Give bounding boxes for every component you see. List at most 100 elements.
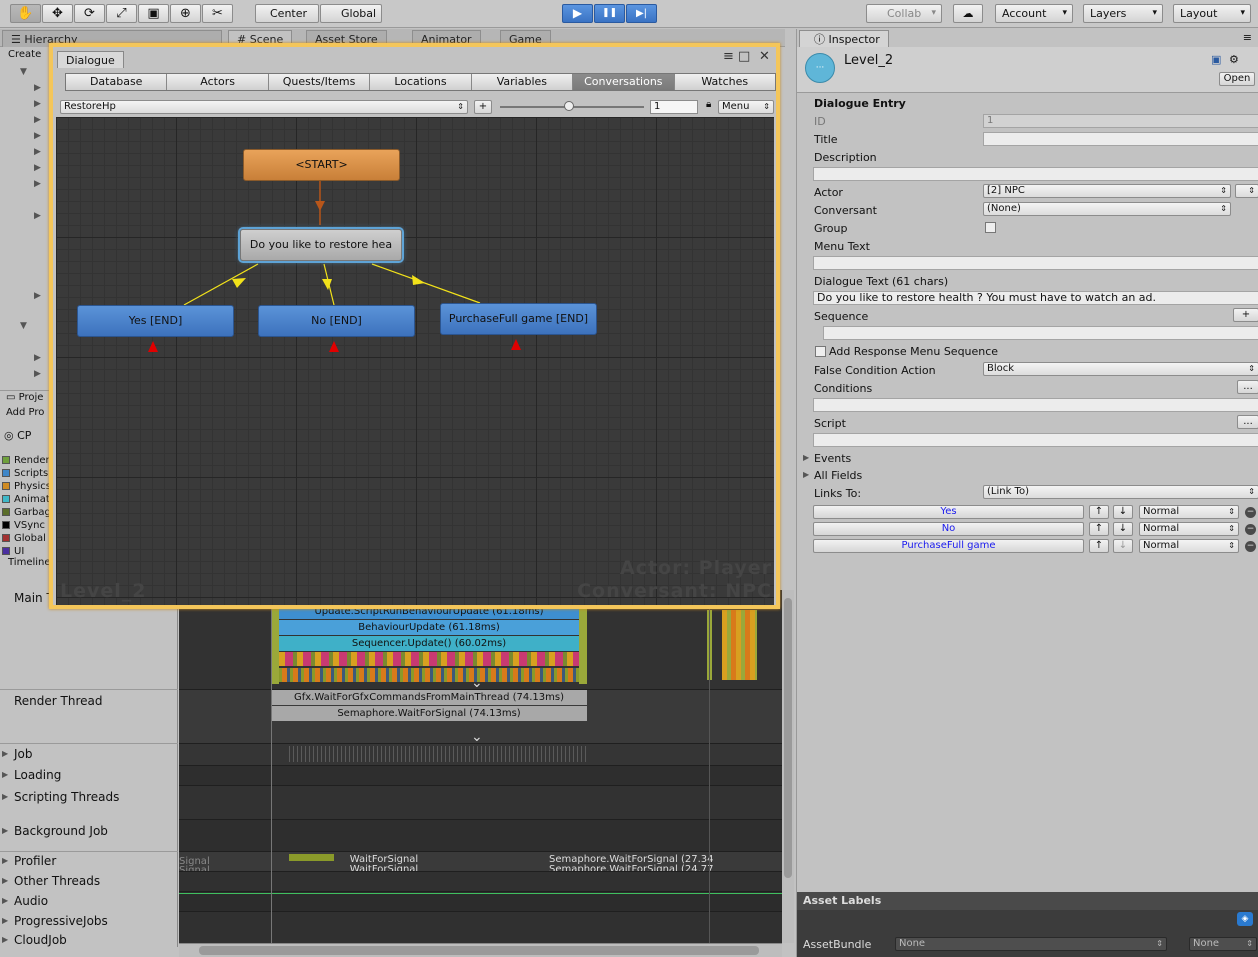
- collab-dropdown[interactable]: Collab: [866, 4, 942, 23]
- link-purchase-down-button[interactable]: ↓: [1113, 539, 1133, 553]
- link-purchase-remove-icon[interactable]: −: [1245, 541, 1256, 552]
- description-field[interactable]: [813, 167, 1258, 181]
- tab-watches[interactable]: Watches: [674, 74, 775, 90]
- help-icon[interactable]: ▣: [1211, 53, 1221, 66]
- scene-root-triangle[interactable]: ▼: [20, 67, 27, 77]
- scale-icon[interactable]: ⤢: [106, 4, 137, 23]
- conversant-select[interactable]: (None): [983, 202, 1231, 216]
- tab-conversations[interactable]: Conversations: [573, 74, 675, 90]
- transform-icon[interactable]: ⊕: [170, 4, 201, 23]
- open-button[interactable]: Open: [1219, 72, 1255, 86]
- thread-audio[interactable]: Audio: [2, 894, 48, 908]
- hierarchy-expand-4[interactable]: ▶: [34, 131, 41, 141]
- move-icon[interactable]: ✥: [42, 4, 73, 23]
- cpu-legend-item[interactable]: Global Illumination: [2, 533, 50, 545]
- node-no[interactable]: No [END]: [258, 305, 415, 337]
- inspector-tab[interactable]: ⓘ Inspector: [799, 30, 889, 47]
- hand-icon[interactable]: ✋: [10, 4, 41, 23]
- hierarchy-expand-10[interactable]: ▶: [34, 353, 41, 363]
- hierarchy-expand-1[interactable]: ▶: [34, 83, 41, 93]
- maximize-icon[interactable]: □: [738, 49, 750, 64]
- asset-bundle-select[interactable]: None: [895, 937, 1167, 951]
- node-purchase[interactable]: PurchaseFull game [END]: [440, 303, 597, 335]
- hierarchy-expand-9[interactable]: ▶: [34, 291, 41, 301]
- pivot-global-button[interactable]: Global: [320, 4, 382, 23]
- project-tab[interactable]: ▭ Proje: [6, 392, 43, 403]
- layout-dropdown[interactable]: Layout: [1173, 4, 1251, 23]
- hierarchy-create-button[interactable]: Create: [8, 49, 41, 60]
- bar-behaviour-update[interactable]: BehaviourUpdate (61.18ms): [271, 620, 587, 635]
- cpu-legend-item[interactable]: Render: [2, 455, 50, 467]
- menu-dropdown[interactable]: Menu: [718, 100, 774, 114]
- node-npc-line[interactable]: Do you like to restore hea: [240, 229, 402, 261]
- link-no-priority[interactable]: Normal: [1139, 522, 1239, 536]
- conversation-select[interactable]: RestoreHp: [60, 100, 468, 114]
- tag-icon[interactable]: ◈: [1237, 912, 1253, 926]
- cloud-icon[interactable]: ☁: [953, 4, 983, 23]
- profiler-horizontal-scrollbar[interactable]: [179, 943, 782, 957]
- conversation-canvas[interactable]: <START> Do you like to restore hea Yes […: [56, 117, 774, 605]
- false-condition-select[interactable]: Block: [983, 362, 1258, 376]
- menu-text-field[interactable]: [813, 256, 1258, 270]
- layers-dropdown[interactable]: Layers: [1083, 4, 1163, 23]
- account-dropdown[interactable]: Account: [995, 4, 1073, 23]
- hierarchy-expand-3[interactable]: ▶: [34, 115, 41, 125]
- zoom-slider-knob[interactable]: [564, 101, 574, 111]
- node-start[interactable]: <START>: [243, 149, 400, 181]
- link-yes-remove-icon[interactable]: −: [1245, 507, 1256, 518]
- cpu-legend-item[interactable]: VSync: [2, 520, 50, 532]
- cpu-usage-module[interactable]: ◎ CP: [4, 429, 31, 442]
- cpu-legend-item[interactable]: Animation: [2, 494, 50, 506]
- link-no-up-button[interactable]: ↑: [1089, 522, 1109, 536]
- tab-locations[interactable]: Locations: [370, 74, 472, 90]
- window-menu-icon[interactable]: ≡: [723, 49, 734, 64]
- link-yes-button[interactable]: Yes: [813, 505, 1084, 519]
- rotate-icon[interactable]: ⟳: [74, 4, 105, 23]
- inspector-menu-icon[interactable]: ≡: [1243, 31, 1252, 44]
- zoom-slider[interactable]: [500, 101, 644, 111]
- profiler-vertical-scrollbar[interactable]: [782, 590, 794, 943]
- zoom-value-field[interactable]: 1: [650, 100, 698, 114]
- script-ellipsis-button[interactable]: ...: [1237, 415, 1258, 429]
- sequence-field[interactable]: [823, 326, 1258, 340]
- conditions-field[interactable]: [813, 398, 1258, 412]
- pivot-center-button[interactable]: Center: [255, 4, 319, 23]
- timeline-dropdown[interactable]: Timeline: [8, 557, 51, 568]
- link-no-remove-icon[interactable]: −: [1245, 524, 1256, 535]
- link-purchase-up-button[interactable]: ↑: [1089, 539, 1109, 553]
- link-purchase-priority[interactable]: Normal: [1139, 539, 1239, 553]
- link-yes-up-button[interactable]: ↑: [1089, 505, 1109, 519]
- all-fields-foldout[interactable]: ▶ All Fields: [803, 469, 862, 482]
- dialogue-window-tab[interactable]: Dialogue: [57, 51, 124, 68]
- profiler-vscroll-thumb[interactable]: [784, 598, 792, 878]
- bar-sequencer-update[interactable]: Sequencer.Update() (60.02ms): [271, 636, 587, 651]
- cpu-legend-item[interactable]: Physics: [2, 481, 50, 493]
- hierarchy-expand-5[interactable]: ▶: [34, 147, 41, 157]
- hierarchy-expand-7[interactable]: ▶: [34, 179, 41, 189]
- actor-extra-select[interactable]: [1235, 184, 1258, 198]
- dialogue-text-field[interactable]: Do you like to restore health ? You must…: [813, 291, 1258, 305]
- step-button[interactable]: ▶|: [626, 4, 657, 23]
- events-foldout[interactable]: ▶ Events: [803, 452, 851, 465]
- tab-database[interactable]: Database: [66, 74, 168, 90]
- close-icon[interactable]: ✕: [759, 49, 770, 64]
- thread-progressive-jobs[interactable]: ProgressiveJobs: [2, 914, 108, 928]
- script-field[interactable]: [813, 433, 1258, 447]
- thread-job[interactable]: Job: [2, 747, 32, 761]
- lock-icon[interactable]: 🔒︎: [706, 99, 711, 110]
- scene2-root-triangle[interactable]: ▼: [20, 321, 27, 331]
- profiler-hscroll-thumb[interactable]: [199, 946, 759, 955]
- add-profiler-button[interactable]: Add Pro: [6, 407, 44, 418]
- tab-actors[interactable]: Actors: [167, 74, 269, 90]
- links-to-select[interactable]: (Link To): [983, 485, 1258, 499]
- thread-other[interactable]: Other Threads: [2, 874, 100, 888]
- bar-semaphore-wait[interactable]: Semaphore.WaitForSignal (74.13ms): [271, 706, 587, 721]
- thread-background-job[interactable]: Background Job: [2, 824, 108, 838]
- cpu-legend-item[interactable]: GarbageCollector: [2, 507, 50, 519]
- profiler-timeline[interactable]: Update.ScriptRunBehaviourUpdate (61.18ms…: [179, 590, 782, 943]
- title-field[interactable]: [983, 132, 1258, 146]
- custom-tool-icon[interactable]: ✂: [202, 4, 233, 23]
- sequence-add-button[interactable]: +: [1233, 308, 1258, 322]
- thread-loading[interactable]: Loading: [2, 768, 61, 782]
- bar-gfx-wait[interactable]: Gfx.WaitForGfxCommandsFromMainThread (74…: [271, 690, 587, 705]
